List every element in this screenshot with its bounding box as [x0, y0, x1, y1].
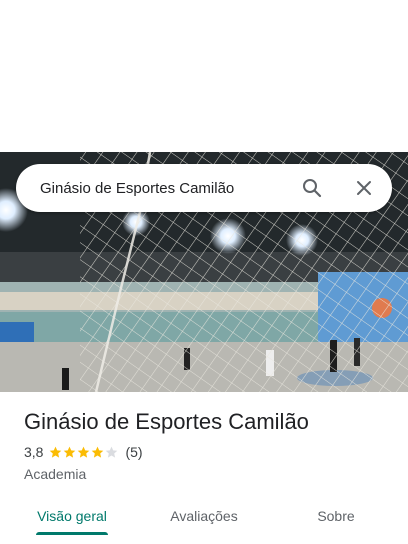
- star-filled-icon: [50, 446, 62, 458]
- search-bar[interactable]: Ginásio de Esportes Camilão: [16, 164, 392, 212]
- place-category: Academia: [24, 466, 87, 482]
- rating-stars: [49, 446, 119, 459]
- place-title: Ginásio de Esportes Camilão: [24, 409, 309, 434]
- tab-label: Avaliações: [170, 508, 238, 524]
- rating-value: 3,8: [24, 444, 44, 460]
- active-tab-indicator: [36, 532, 108, 535]
- top-blank-area: [0, 0, 408, 152]
- tab-label: Visão geral: [37, 508, 107, 524]
- star-empty-icon: [106, 446, 118, 458]
- place-tabs: Visão geral Avaliações Sobre: [0, 496, 408, 544]
- review-count[interactable]: (5): [125, 444, 142, 460]
- search-icon[interactable]: [292, 168, 332, 208]
- star-filled-icon: [64, 446, 76, 458]
- star-filled-icon: [78, 446, 90, 458]
- tab-overview[interactable]: Visão geral: [24, 496, 120, 536]
- search-input[interactable]: Ginásio de Esportes Camilão: [40, 180, 292, 197]
- star-filled-icon: [92, 446, 104, 458]
- rating-row[interactable]: 3,8 (5): [24, 444, 143, 460]
- close-icon[interactable]: [344, 168, 384, 208]
- tab-label: Sobre: [317, 508, 355, 524]
- tab-about[interactable]: Sobre: [288, 496, 384, 536]
- tab-reviews[interactable]: Avaliações: [156, 496, 252, 536]
